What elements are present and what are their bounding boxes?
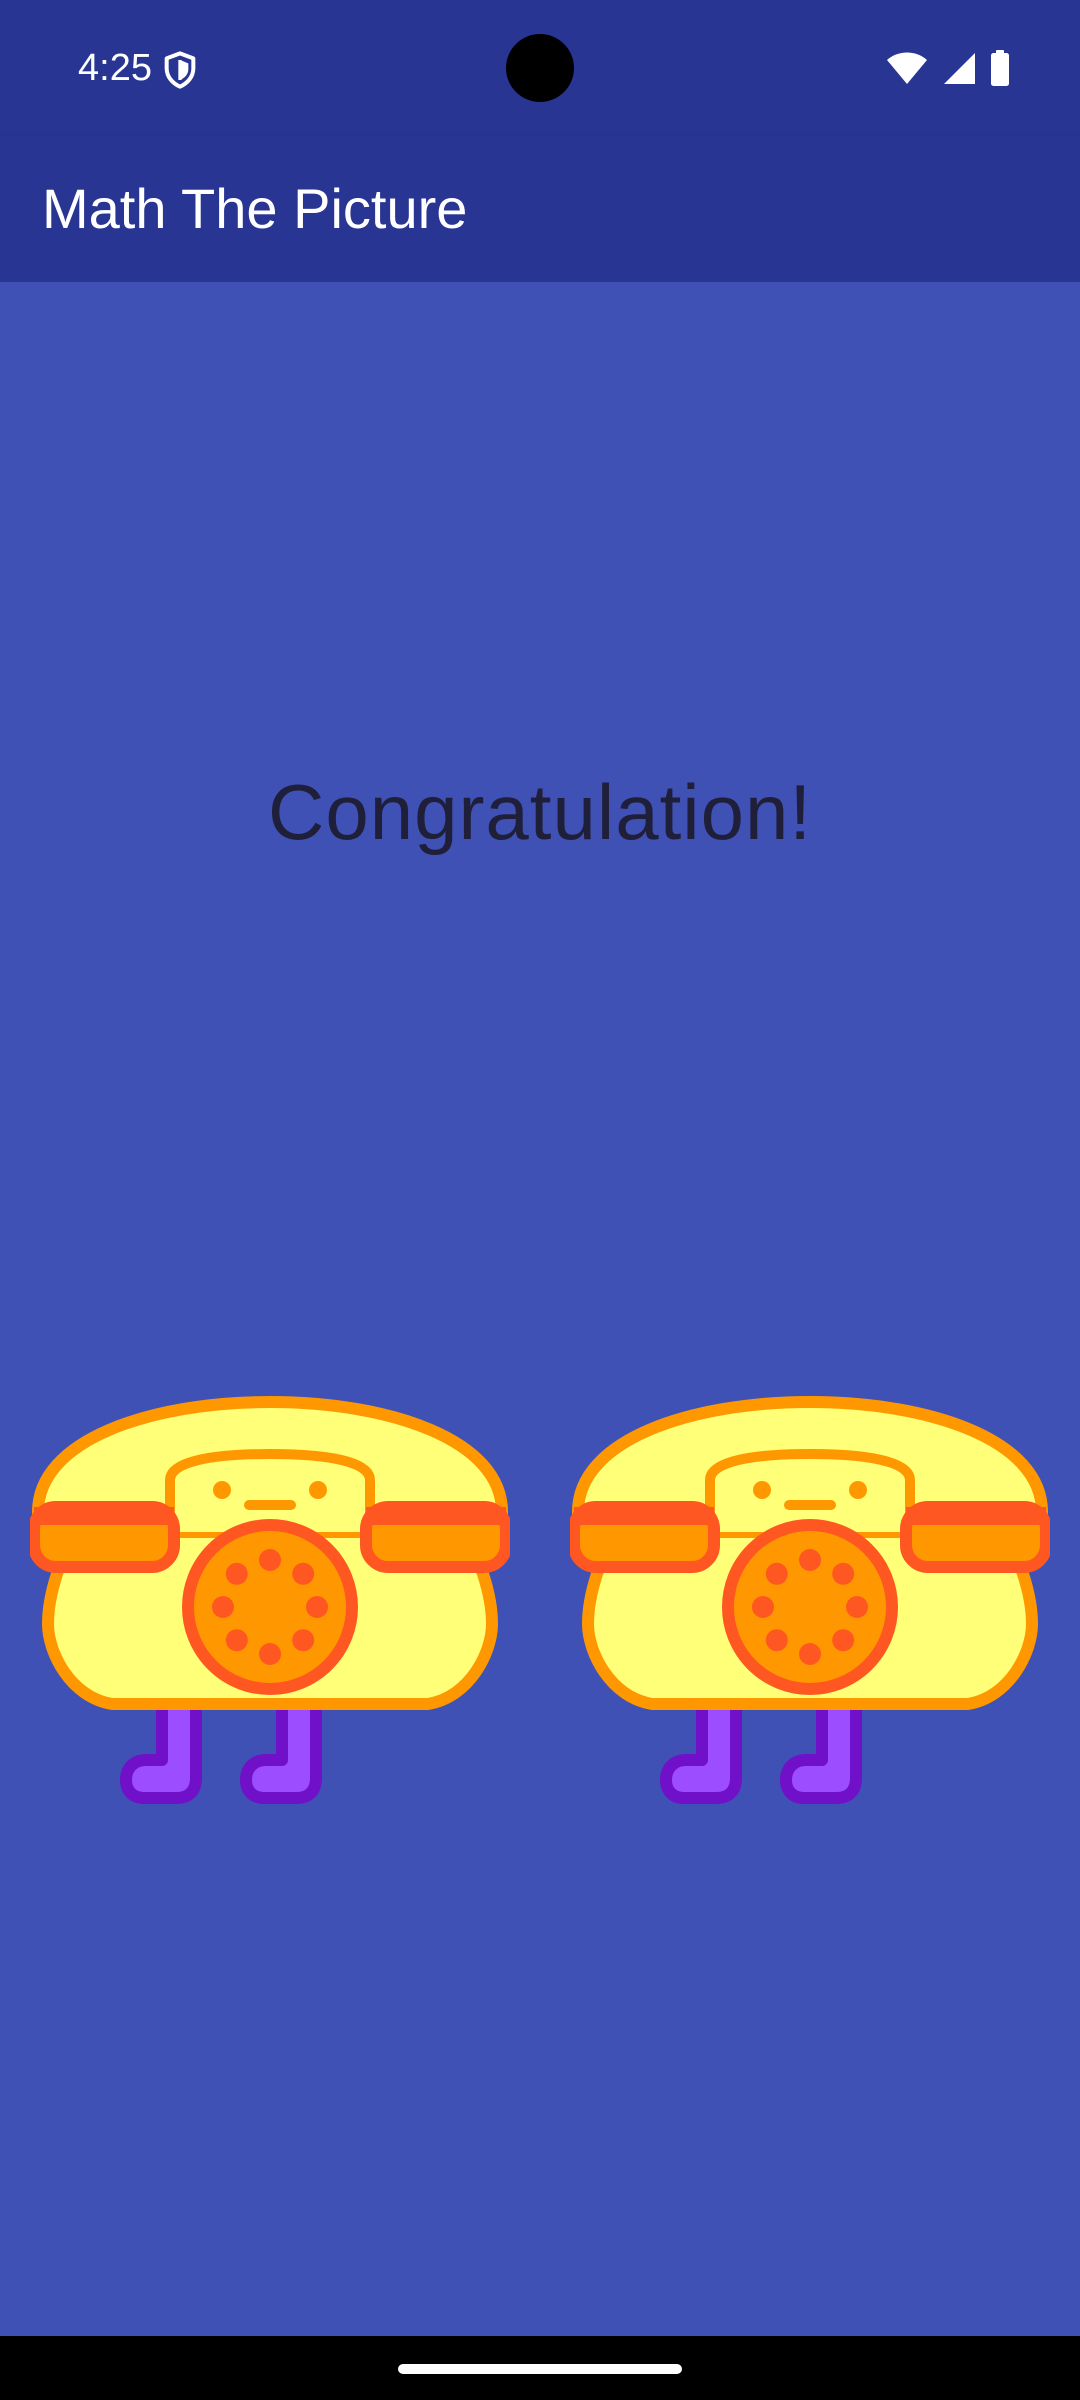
status-time: 4:25 (78, 47, 152, 89)
wifi-icon (887, 52, 927, 84)
signal-icon (944, 53, 975, 84)
congratulation-message: Congratulation! (267, 768, 812, 856)
boots (120, 1696, 322, 1804)
navigation-bar (0, 2336, 1080, 2400)
rotary-telephone-icon (28, 1362, 512, 1842)
screen: 4:25 Math The Picture Congratulation! (0, 0, 1080, 2400)
camera-cutout (506, 34, 574, 102)
content-area: Congratulation! (0, 282, 1080, 2336)
status-bar: 4:25 (0, 0, 1080, 136)
app-title: Math The Picture (42, 177, 468, 240)
status-icons (886, 48, 1010, 88)
home-gesture-handle[interactable] (398, 2364, 682, 2374)
shield-icon (164, 51, 196, 89)
boots (660, 1696, 862, 1804)
app-bar: Math The Picture (0, 136, 1080, 282)
battery-icon (991, 50, 1009, 86)
rotary-telephone-icon (568, 1362, 1052, 1842)
